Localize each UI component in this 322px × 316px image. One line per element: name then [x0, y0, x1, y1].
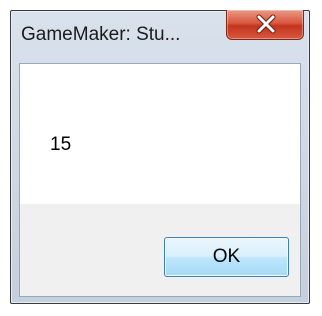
dialog-client-area: 15 OK: [19, 63, 301, 297]
window-title: GameMaker: Stu...: [21, 24, 181, 45]
message-text: 15: [50, 134, 72, 155]
close-x-icon: [256, 14, 276, 34]
message-area: 15: [20, 64, 300, 204]
title-bar[interactable]: GameMaker: Stu...: [11, 10, 309, 63]
ok-button[interactable]: OK: [164, 237, 289, 277]
message-dialog-window: GameMaker: Stu... 15 OK: [10, 10, 310, 304]
close-button[interactable]: [226, 10, 304, 40]
